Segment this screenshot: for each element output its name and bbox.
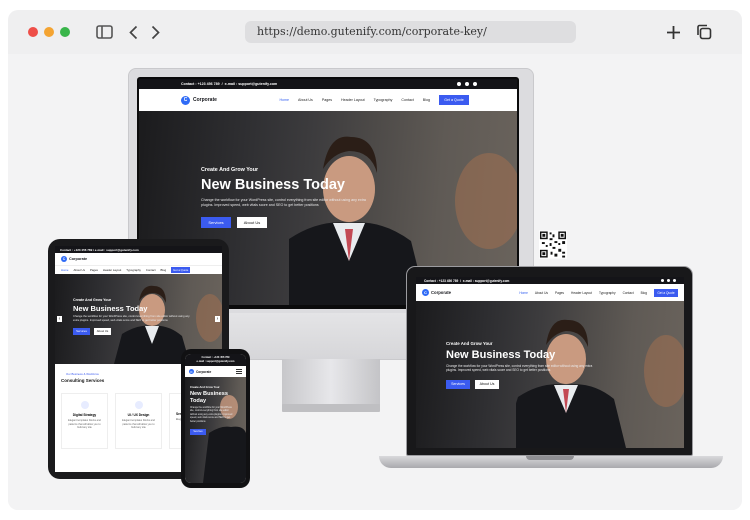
hero-title: New Business Today xyxy=(201,177,345,193)
get-quote-button[interactable]: Get a Quote xyxy=(439,95,469,105)
facebook-icon[interactable] xyxy=(457,82,461,86)
menu-home[interactable]: Home xyxy=(279,98,289,102)
service-card[interactable]: Digital Strategy Elegant templates block… xyxy=(61,393,108,449)
facebook-icon[interactable] xyxy=(661,279,664,282)
tab-overview-button[interactable] xyxy=(695,22,713,42)
design-icon xyxy=(134,401,143,409)
sidebar-icon xyxy=(95,25,113,39)
get-quote-button[interactable]: Get a Quote xyxy=(171,267,191,273)
site-logo[interactable]: C Corporate xyxy=(189,369,211,374)
minimize-window-button[interactable] xyxy=(44,27,54,37)
address-bar[interactable]: https://demo.gutenify.com/corporate-key/ xyxy=(245,21,576,43)
site-logo[interactable]: C Corporate xyxy=(422,289,451,296)
site-navbar: C Corporate Home About Us Pages Header L… xyxy=(139,89,517,111)
strategy-icon xyxy=(80,401,89,409)
site-topbar: Contact : +123 456 789 / e-mail : suppor… xyxy=(139,79,517,89)
new-tab-button[interactable] xyxy=(664,22,682,42)
social-icons xyxy=(453,82,477,86)
forward-button[interactable] xyxy=(148,22,162,42)
device-mockup-showcase: Contact : +123 456 789 / e-mail : suppor… xyxy=(8,54,742,510)
site-logo[interactable]: C Corporate xyxy=(61,256,87,262)
laptop-site-preview: Contact : +123 456 789 / e-mail : suppor… xyxy=(416,277,684,448)
chevron-right-icon xyxy=(151,25,160,39)
menu-pages[interactable]: Pages xyxy=(322,98,332,102)
menu-typography[interactable]: Typography xyxy=(374,98,393,102)
about-us-button[interactable]: About Us xyxy=(237,217,267,228)
get-quote-button[interactable]: Get a Quote xyxy=(654,288,678,297)
title-bar: https://demo.gutenify.com/corporate-key/ xyxy=(8,10,742,54)
hero-description: Change the workflow for your WordPress s… xyxy=(201,198,366,207)
hero-kicker: Create And Grow Your xyxy=(201,167,259,173)
close-window-button[interactable] xyxy=(28,27,38,37)
site-logo[interactable]: C Corporate xyxy=(181,95,217,105)
monitor-stand-foot xyxy=(282,404,380,412)
phone-device: Contact : +123 456 789 e-mail : support@… xyxy=(181,349,250,488)
laptop-device: Contact : +123 456 789 / e-mail : suppor… xyxy=(406,266,693,456)
twitter-icon[interactable] xyxy=(667,279,670,282)
site-contact: Contact : +123 456 789 xyxy=(181,82,220,86)
menu-header-layout[interactable]: Header Layout xyxy=(341,98,365,102)
tabs-icon xyxy=(697,24,712,40)
chevron-left-icon xyxy=(128,25,137,39)
url-text: https://demo.gutenify.com/corporate-key/ xyxy=(257,25,487,38)
sidebar-toggle-button[interactable] xyxy=(94,22,114,42)
twitter-icon[interactable] xyxy=(465,82,469,86)
back-button[interactable] xyxy=(126,22,140,42)
menu-blog[interactable]: Blog xyxy=(423,98,430,102)
qr-code-icon xyxy=(539,230,567,259)
plus-icon xyxy=(666,25,680,39)
maximize-window-button[interactable] xyxy=(60,27,70,37)
youtube-icon[interactable] xyxy=(673,279,676,282)
menu-about[interactable]: About Us xyxy=(298,98,313,102)
menu-icon[interactable] xyxy=(236,369,242,374)
slider-next-arrow[interactable]: › xyxy=(215,316,220,322)
monitor-stand xyxy=(282,359,380,407)
browser-window: https://demo.gutenify.com/corporate-key/… xyxy=(8,10,742,510)
site-email: e-mail : support@gutenify.com xyxy=(224,82,278,86)
phone-site-preview: Contact : +123 456 789 e-mail : support@… xyxy=(185,354,246,483)
menu-contact[interactable]: Contact xyxy=(401,98,413,102)
slider-prev-arrow[interactable]: ‹ xyxy=(57,316,62,322)
site-menu: Home About Us Pages Header Layout Typogr… xyxy=(279,98,439,102)
laptop-notch xyxy=(526,456,574,460)
youtube-icon[interactable] xyxy=(473,82,477,86)
service-card[interactable]: UI / UX Design Elegant templates blocks … xyxy=(115,393,162,449)
services-button[interactable]: Services xyxy=(201,217,231,228)
